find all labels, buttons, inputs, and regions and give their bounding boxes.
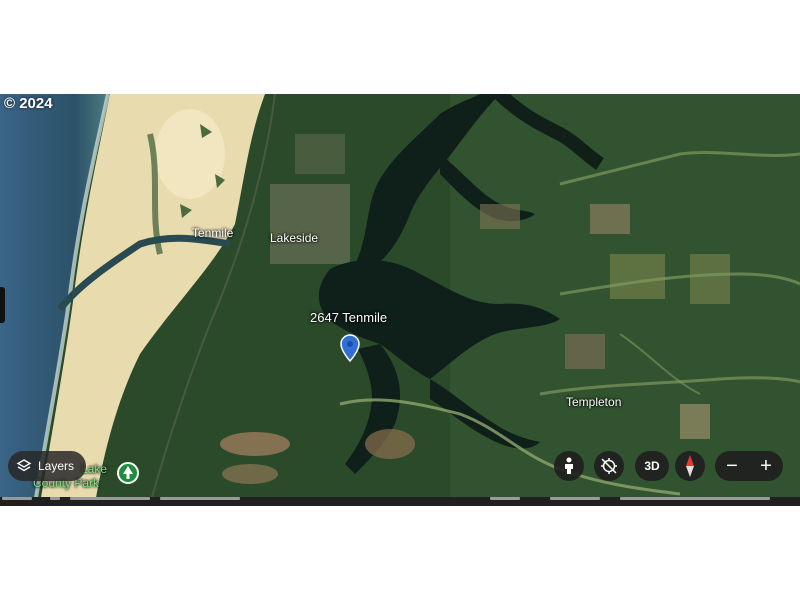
zoom-controls: − + [715, 451, 783, 481]
layers-button[interactable]: Layers [8, 451, 87, 481]
tilt-button[interactable] [594, 451, 624, 481]
map-footer-bar [0, 497, 800, 506]
compass-button[interactable] [675, 451, 705, 481]
place-label-address: 2647 Tenmile [310, 310, 388, 325]
place-label-lakeside: Lakeside [270, 231, 319, 245]
layers-icon [16, 459, 32, 472]
rotate-off-icon [601, 458, 617, 474]
place-label-templeton: Templeton [566, 395, 622, 409]
place-label-tenmile: Tenmile [192, 226, 234, 240]
map-copyright: © 2024 [4, 95, 53, 112]
pegman-icon [565, 457, 573, 474]
street-view-button[interactable] [554, 451, 584, 481]
location-pin-icon[interactable] [340, 334, 360, 362]
zoom-in-button[interactable]: + [751, 451, 781, 481]
compass-icon [686, 455, 694, 477]
satellite-map[interactable] [0, 94, 800, 504]
tree-icon[interactable] [117, 462, 139, 484]
terrain-imagery [0, 94, 800, 504]
three-d-button[interactable]: 3D [635, 451, 669, 481]
left-edge-handle[interactable] [0, 287, 5, 323]
zoom-out-button[interactable]: − [717, 451, 747, 481]
layers-label: Layers [38, 459, 75, 473]
tree-glyph [123, 466, 133, 479]
